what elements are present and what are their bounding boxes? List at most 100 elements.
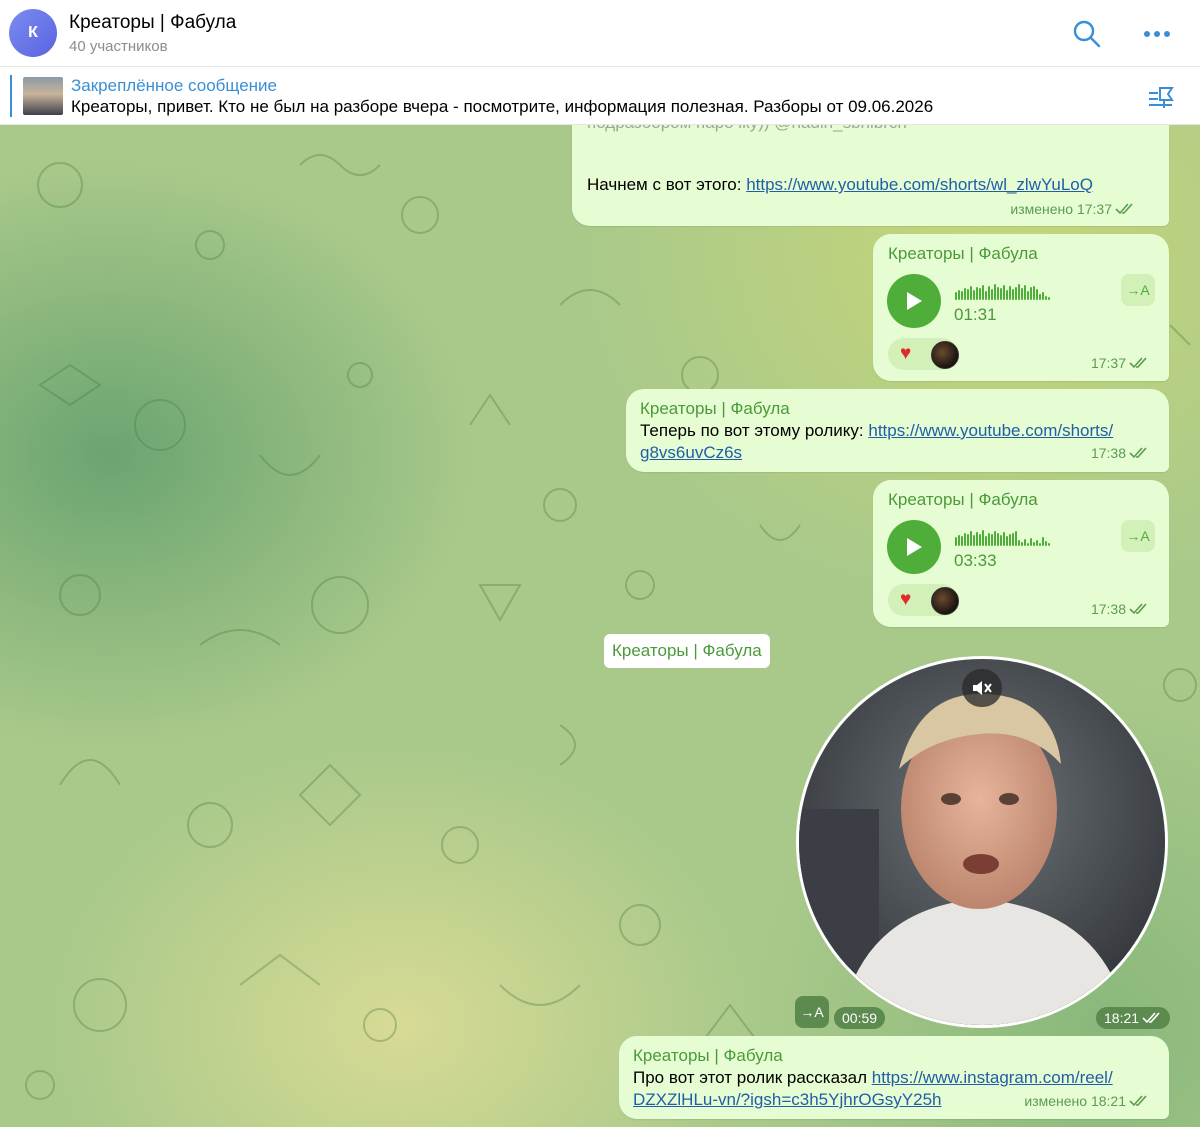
- waveform-bar: [1042, 292, 1044, 300]
- chat-avatar[interactable]: К: [9, 9, 57, 57]
- waveform-bar: [1003, 285, 1005, 300]
- waveform-bar: [958, 290, 960, 300]
- pinned-title: Закреплённое сообщение: [71, 76, 277, 95]
- waveform-bar: [961, 291, 963, 300]
- waveform-bar: [1045, 296, 1047, 300]
- search-icon[interactable]: [1071, 18, 1103, 50]
- transcribe-button[interactable]: →A: [795, 996, 829, 1028]
- waveform-bar: [976, 287, 978, 300]
- voice-message-bubble[interactable]: Креаторы | Фабула 01:31 →A ♥ 17:37: [873, 234, 1169, 381]
- message-sender[interactable]: Креаторы | Фабула: [640, 399, 790, 419]
- message-prefix: Теперь по вот этому ролику:: [640, 421, 869, 440]
- pinned-message-bar[interactable]: Закреплённое сообщение Креаторы, привет.…: [0, 67, 1200, 125]
- message-time: 17:37: [1090, 355, 1126, 371]
- message-time: 17:38: [1090, 601, 1126, 617]
- waveform-bar: [955, 292, 957, 300]
- waveform-bar: [1033, 542, 1035, 546]
- waveform-bar: [1036, 289, 1038, 300]
- message-link-continued[interactable]: DZXZlHLu-vn/?igsh=c3h5YjhrOGsyY25h: [633, 1090, 942, 1109]
- waveform-bar: [1030, 287, 1032, 300]
- waveform-bar: [1033, 286, 1035, 300]
- read-checkmarks-icon: [1129, 603, 1147, 615]
- waveform-bar: [1018, 540, 1020, 546]
- waveform-bar: [1012, 289, 1014, 300]
- waveform-bar: [991, 534, 993, 546]
- waveform-bar: [1036, 540, 1038, 546]
- waveform-bar: [973, 535, 975, 546]
- waveform-bar: [1018, 284, 1020, 300]
- read-checkmarks-icon: [1129, 357, 1147, 369]
- more-icon[interactable]: [1141, 18, 1173, 50]
- pinned-thumbnail: [23, 77, 63, 115]
- message-link[interactable]: https://www.youtube.com/shorts/: [868, 421, 1113, 440]
- message-meta: 17:38: [1091, 601, 1149, 617]
- waveform-bar: [964, 288, 966, 300]
- waveform-bar: [1009, 534, 1011, 546]
- play-button[interactable]: [887, 520, 941, 574]
- play-icon: [907, 538, 922, 556]
- waveform-bar: [970, 531, 972, 546]
- reactions[interactable]: ♥: [888, 338, 959, 370]
- message-sender[interactable]: Креаторы | Фабула: [633, 1046, 783, 1066]
- reactor-avatar: [931, 587, 959, 615]
- transcribe-button[interactable]: →A: [1121, 520, 1155, 552]
- message-sender-chip[interactable]: Креаторы | Фабула: [604, 634, 770, 668]
- waveform-bar: [1045, 541, 1047, 546]
- muted-icon[interactable]: [962, 669, 1002, 707]
- video-frame: [799, 659, 1165, 1025]
- play-button[interactable]: [887, 274, 941, 328]
- read-checkmarks-icon: [1129, 447, 1147, 459]
- message-meta: изменено 18:21: [1024, 1093, 1149, 1109]
- voice-waveform[interactable]: [955, 282, 1050, 300]
- voice-message-bubble[interactable]: Креаторы | Фабула 03:33 →A ♥ 17:38: [873, 480, 1169, 627]
- waveform-bar: [1042, 537, 1044, 546]
- video-note[interactable]: [796, 656, 1168, 1028]
- message-link[interactable]: https://www.instagram.com/reel/: [872, 1068, 1113, 1087]
- waveform-bar: [1012, 533, 1014, 546]
- message-meta: 17:38: [1091, 445, 1149, 461]
- message-bubble[interactable]: Креаторы | Фабула Теперь по вот этому ро…: [626, 389, 1169, 472]
- reactor-avatar: [931, 341, 959, 369]
- play-icon: [907, 292, 922, 310]
- waveform-bar: [982, 285, 984, 300]
- waveform-bar: [1000, 288, 1002, 300]
- waveform-bar: [991, 289, 993, 300]
- message-time: 18:21: [1104, 1010, 1140, 1026]
- message-bubble[interactable]: Креаторы | Фабула Про вот этот ролик рас…: [619, 1036, 1169, 1119]
- waveform-bar: [985, 536, 987, 546]
- message-time: изменено 18:21: [1024, 1093, 1126, 1109]
- message-link[interactable]: https://www.youtube.com/shorts/wl_zlwYuL…: [746, 175, 1093, 194]
- transcribe-button[interactable]: →A: [1121, 274, 1155, 306]
- message-sender[interactable]: Креаторы | Фабула: [888, 244, 1038, 264]
- waveform-bar: [1021, 288, 1023, 300]
- waveform-bar: [1021, 542, 1023, 546]
- waveform-bar: [973, 290, 975, 300]
- waveform-bar: [967, 289, 969, 300]
- message-meta: 17:37: [1091, 355, 1149, 371]
- voice-waveform[interactable]: [955, 528, 1050, 546]
- waveform-bar: [988, 286, 990, 300]
- waveform-bar: [1006, 536, 1008, 546]
- waveform-bar: [988, 533, 990, 546]
- waveform-bar: [1015, 531, 1017, 546]
- pinned-text: Креаторы, привет. Кто не был на разборе …: [71, 97, 934, 116]
- waveform-bar: [1048, 543, 1050, 546]
- chat-title[interactable]: Креаторы | Фабула: [69, 12, 236, 34]
- message-sender[interactable]: Креаторы | Фабула: [888, 490, 1038, 510]
- waveform-bar: [1027, 543, 1029, 546]
- waveform-bar: [1048, 297, 1050, 300]
- waveform-bar: [958, 535, 960, 546]
- waveform-bar: [1006, 290, 1008, 300]
- message-link-continued[interactable]: g8vs6uvCz6s: [640, 443, 742, 462]
- waveform-bar: [964, 533, 966, 546]
- member-count: 40 участников: [69, 38, 168, 55]
- waveform-bar: [976, 532, 978, 546]
- unpin-icon[interactable]: [1145, 81, 1177, 113]
- waveform-bar: [994, 531, 996, 546]
- waveform-bar: [970, 286, 972, 300]
- reactions[interactable]: ♥: [888, 584, 959, 616]
- waveform-bar: [979, 534, 981, 546]
- voice-duration: 01:31: [954, 305, 997, 324]
- heart-reaction-icon: ♥: [900, 343, 912, 364]
- message-text: Теперь по вот этому ролику: https://www.…: [640, 420, 1160, 464]
